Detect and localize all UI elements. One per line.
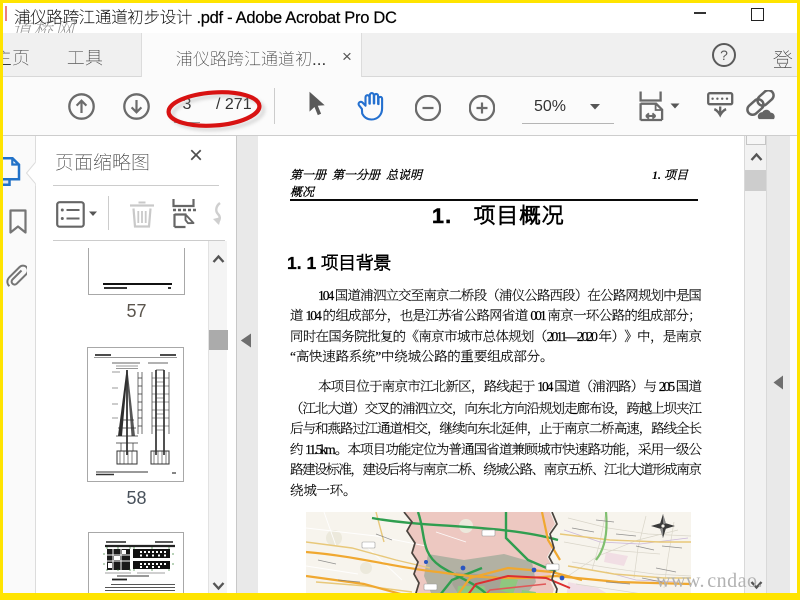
svg-text:?: ?: [720, 47, 728, 63]
